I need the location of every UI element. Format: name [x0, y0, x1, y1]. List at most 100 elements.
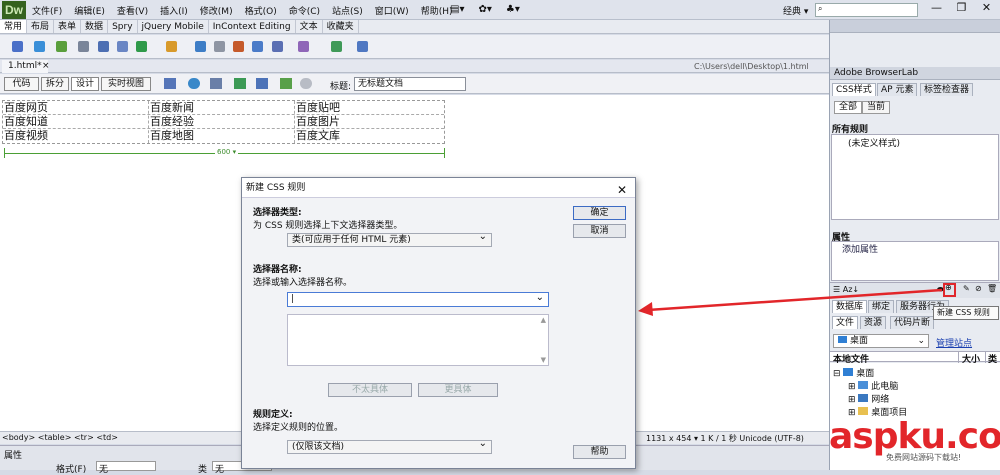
- menu-insert[interactable]: 插入(I): [160, 4, 188, 17]
- design-view-button[interactable]: 设计: [71, 77, 99, 91]
- table-cell[interactable]: 百度地图: [150, 130, 194, 142]
- named-anchor-icon[interactable]: [56, 41, 67, 52]
- expand-icon[interactable]: ⊞: [848, 382, 856, 392]
- edit-rule-icon[interactable]: ✎: [963, 284, 970, 293]
- delete-rule-icon[interactable]: 🗑: [987, 284, 997, 293]
- tag-selector[interactable]: <body> <table> <tr> <td>: [2, 433, 118, 442]
- tab-data[interactable]: 数据: [81, 20, 109, 33]
- tab-incontext[interactable]: InContext Editing: [209, 20, 296, 33]
- close-icon[interactable]: ✕: [617, 180, 627, 200]
- image-icon[interactable]: [136, 41, 147, 52]
- multiscreen-icon[interactable]: [164, 78, 176, 89]
- hr-icon[interactable]: [78, 41, 89, 52]
- tab-spry[interactable]: Spry: [108, 20, 138, 33]
- menu-window[interactable]: 窗口(W): [375, 4, 409, 17]
- tree-item-this-pc[interactable]: ⊞ 此电脑: [848, 379, 898, 392]
- tab-tag-inspector[interactable]: 标签检查器: [920, 83, 974, 96]
- document-title-input[interactable]: 无标题文档: [354, 77, 466, 91]
- tag-chooser-icon[interactable]: [331, 41, 342, 52]
- collapse-icon[interactable]: ⊟: [833, 369, 841, 379]
- page-table[interactable]: 百度网页 百度新闻 百度贴吧 百度知道 百度经验 百度图片 百度视频 百度地图 …: [2, 100, 445, 144]
- w3c-validation-icon[interactable]: [234, 78, 246, 89]
- tab-favorites[interactable]: 收藏夹: [323, 20, 359, 33]
- visual-aids-icon[interactable]: [256, 78, 268, 89]
- rule-item[interactable]: (未定义样式): [848, 136, 900, 149]
- help-search-input[interactable]: [815, 3, 918, 17]
- workspace-switcher[interactable]: 经典 ▾: [783, 4, 808, 17]
- table-cell[interactable]: 百度文库: [296, 130, 340, 142]
- less-specific-button[interactable]: 不太具体: [328, 383, 412, 397]
- table-cell[interactable]: 百度网页: [4, 102, 48, 114]
- hyperlink-icon[interactable]: [12, 41, 23, 52]
- comment-icon[interactable]: [233, 41, 244, 52]
- menu-file[interactable]: 文件(F): [32, 4, 62, 17]
- tab-common[interactable]: 常用: [0, 20, 28, 33]
- current-rules-button[interactable]: 当前: [862, 101, 891, 114]
- rule-definition-select[interactable]: (仅限该文档): [287, 438, 492, 454]
- minimize-button[interactable]: —: [924, 0, 949, 17]
- properties-list[interactable]: 添加属性: [831, 241, 999, 281]
- browserlab-header[interactable]: Adobe BrowserLab: [830, 67, 1000, 80]
- close-tab-icon[interactable]: ×: [42, 60, 50, 73]
- file-management-icon[interactable]: [210, 78, 222, 89]
- menu-help[interactable]: 帮助(H): [421, 4, 453, 17]
- menu-commands[interactable]: 命令(C): [289, 4, 320, 17]
- scroll-down-icon[interactable]: ▼: [541, 356, 546, 364]
- tree-item-network[interactable]: ⊞ 网络: [848, 392, 889, 405]
- refresh-icon[interactable]: [300, 78, 312, 89]
- menu-view[interactable]: 查看(V): [117, 4, 148, 17]
- tab-ap-elements[interactable]: AP 元素: [877, 83, 918, 96]
- all-rules-button[interactable]: 全部: [834, 101, 863, 114]
- tab-forms[interactable]: 表单: [54, 20, 82, 33]
- scroll-up-icon[interactable]: ▲: [541, 316, 546, 324]
- menu-modify[interactable]: 修改(M): [200, 4, 233, 17]
- preview-browser-icon[interactable]: [188, 78, 200, 89]
- selector-name-input[interactable]: |: [287, 291, 549, 307]
- server-include-icon[interactable]: [214, 41, 225, 52]
- template-icon[interactable]: [298, 41, 309, 52]
- widget-icon[interactable]: [357, 41, 368, 52]
- table-cell[interactable]: 百度新闻: [150, 102, 194, 114]
- close-window-button[interactable]: ✕: [974, 0, 999, 17]
- disable-rule-icon[interactable]: ⊘: [975, 284, 982, 293]
- selector-type-select[interactable]: 类(可应用于任何 HTML 元素): [287, 231, 492, 247]
- table-cell[interactable]: 百度经验: [150, 116, 194, 128]
- script-icon[interactable]: [272, 41, 283, 52]
- expand-icon[interactable]: ⊞: [848, 395, 856, 405]
- site-icon[interactable]: ♣▾: [506, 4, 520, 15]
- tab-css-styles[interactable]: CSS样式: [832, 83, 876, 96]
- cancel-button[interactable]: 取消: [573, 224, 626, 238]
- inspect-icon[interactable]: [280, 78, 292, 89]
- maximize-button[interactable]: ❐: [949, 0, 974, 17]
- rules-list[interactable]: (未定义样式): [831, 134, 999, 220]
- table-cell[interactable]: 百度图片: [296, 116, 340, 128]
- table-icon[interactable]: [98, 41, 109, 52]
- email-link-icon[interactable]: [34, 41, 45, 52]
- date-icon[interactable]: [195, 41, 206, 52]
- menu-site[interactable]: 站点(S): [332, 4, 363, 17]
- table-cell[interactable]: 百度贴吧: [296, 102, 340, 114]
- more-specific-button[interactable]: 更具体: [418, 383, 498, 397]
- div-icon[interactable]: [117, 41, 128, 52]
- live-view-button[interactable]: 实时视图: [101, 77, 151, 91]
- layout-icon[interactable]: ▤▾: [450, 4, 464, 15]
- tab-jquery-mobile[interactable]: jQuery Mobile: [138, 20, 209, 33]
- manage-sites-link[interactable]: 管理站点: [936, 336, 972, 349]
- new-css-rule-icon[interactable]: ⊕: [945, 283, 952, 292]
- site-select[interactable]: 桌面 ⌄: [833, 334, 929, 348]
- tab-text[interactable]: 文本: [296, 20, 323, 33]
- ok-button[interactable]: 确定: [573, 206, 626, 220]
- head-icon[interactable]: [252, 41, 263, 52]
- tree-item-desktop[interactable]: ⊟ 桌面: [833, 366, 874, 379]
- table-width-label[interactable]: 600 ▾: [215, 148, 239, 156]
- menu-format[interactable]: 格式(O): [245, 4, 277, 17]
- add-property-link[interactable]: 添加属性: [842, 242, 878, 255]
- split-view-button[interactable]: 拆分: [41, 77, 69, 91]
- code-view-button[interactable]: 代码: [4, 77, 39, 91]
- help-button[interactable]: 帮助: [573, 445, 626, 459]
- table-cell[interactable]: 百度知道: [4, 116, 48, 128]
- tab-layout[interactable]: 布局: [27, 20, 55, 33]
- table-cell[interactable]: 百度视频: [4, 130, 48, 142]
- menu-edit[interactable]: 编辑(E): [74, 4, 105, 17]
- media-icon[interactable]: [166, 41, 177, 52]
